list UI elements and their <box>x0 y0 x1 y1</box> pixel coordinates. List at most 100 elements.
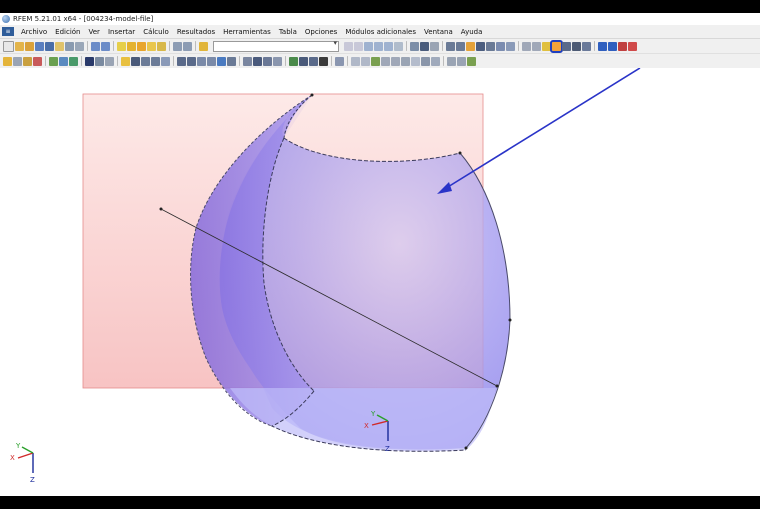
numbering-icon[interactable] <box>289 56 298 66</box>
connect-icon[interactable] <box>227 56 236 66</box>
snap-icon[interactable] <box>351 56 360 66</box>
save-icon[interactable] <box>45 41 54 51</box>
dimension-icon[interactable] <box>401 56 410 66</box>
perspective-icon[interactable] <box>309 56 318 66</box>
isolate-icon[interactable] <box>253 56 262 66</box>
hide-icon[interactable] <box>263 56 272 66</box>
background-icon[interactable] <box>457 56 466 66</box>
menu-ventana[interactable]: Ventana <box>420 28 457 36</box>
grid-snap-icon[interactable] <box>371 56 380 66</box>
node[interactable] <box>464 446 468 450</box>
support-icon[interactable] <box>49 56 58 66</box>
help-icon[interactable] <box>628 41 637 51</box>
divide-icon[interactable] <box>217 56 226 66</box>
grid-point-icon[interactable] <box>161 56 170 66</box>
surface-load-icon[interactable] <box>105 56 114 66</box>
menu-insertar[interactable]: Insertar <box>104 28 139 36</box>
node[interactable] <box>508 318 512 322</box>
shell-lower-band[interactable] <box>230 388 496 452</box>
show-results-icon[interactable] <box>364 41 373 51</box>
print-icon[interactable] <box>65 41 74 51</box>
mirror-icon[interactable] <box>197 56 206 66</box>
results-icon[interactable] <box>147 41 156 51</box>
visibility-icon[interactable] <box>562 41 571 51</box>
warning-icon[interactable] <box>542 41 551 51</box>
hinge-icon[interactable] <box>59 56 68 66</box>
pencil-icon[interactable] <box>117 41 126 51</box>
measure-icon[interactable] <box>506 41 515 51</box>
panel-icon[interactable] <box>183 41 192 51</box>
select-icon[interactable] <box>496 41 505 51</box>
system-menu-icon[interactable]: ≡ <box>2 27 14 36</box>
node-icon[interactable] <box>3 56 12 66</box>
solid-icon[interactable] <box>69 56 78 66</box>
menu-calculo[interactable]: Cálculo <box>139 28 173 36</box>
undo-icon[interactable] <box>91 41 100 51</box>
menu-modulos-adicionales[interactable]: Módulos adicionales <box>341 28 420 36</box>
load-case-select[interactable] <box>213 39 339 52</box>
database-icon[interactable] <box>35 41 44 51</box>
search-icon[interactable] <box>127 41 136 51</box>
grid-icon[interactable] <box>430 41 439 51</box>
tools-icon[interactable] <box>618 41 627 51</box>
line-icon[interactable] <box>13 56 22 66</box>
zoom-window-icon[interactable] <box>466 41 475 51</box>
menu-herramientas[interactable]: Herramientas <box>219 28 275 36</box>
printout-icon[interactable] <box>157 41 166 51</box>
material-icon[interactable] <box>131 56 140 66</box>
layers-icon[interactable] <box>447 56 456 66</box>
member-icon[interactable] <box>23 56 32 66</box>
member-load-icon[interactable] <box>95 56 104 66</box>
clipping-plane-icon[interactable] <box>421 56 430 66</box>
values-icon[interactable] <box>374 41 383 51</box>
pan-icon[interactable] <box>476 41 485 51</box>
previous-icon[interactable] <box>344 41 353 51</box>
view-icon[interactable] <box>410 41 419 51</box>
menu-ver[interactable]: Ver <box>85 28 104 36</box>
monitor-icon[interactable] <box>598 41 607 51</box>
mesh-icon[interactable] <box>151 56 160 66</box>
node[interactable] <box>310 93 314 97</box>
menu-opciones[interactable]: Opciones <box>301 28 341 36</box>
camera-icon[interactable] <box>572 41 581 51</box>
redo-icon[interactable] <box>101 41 110 51</box>
diagram-icon[interactable] <box>394 41 403 51</box>
display-icon[interactable] <box>299 56 308 66</box>
show-all-icon[interactable] <box>273 56 282 66</box>
calculate-icon[interactable] <box>137 41 146 51</box>
rotate-icon[interactable] <box>486 41 495 51</box>
check-icon[interactable] <box>467 56 476 66</box>
menu-ayuda[interactable]: Ayuda <box>457 28 487 36</box>
render-icon[interactable] <box>420 41 429 51</box>
node[interactable] <box>458 151 462 155</box>
copy-icon[interactable] <box>187 56 196 66</box>
menu-edicion[interactable]: Edición <box>51 28 84 36</box>
print-preview-icon[interactable] <box>75 41 84 51</box>
new-file-icon[interactable] <box>3 40 14 52</box>
thickness-icon[interactable] <box>141 56 150 66</box>
section-view-icon[interactable] <box>431 56 440 66</box>
table-icon[interactable] <box>173 41 182 51</box>
link-icon[interactable] <box>522 41 531 51</box>
menu-archivo[interactable]: Archivo <box>17 28 51 36</box>
iso-view-icon[interactable] <box>446 41 455 51</box>
load-case-icon[interactable] <box>199 41 208 51</box>
x-mark-icon[interactable] <box>550 39 563 53</box>
comment-icon[interactable] <box>411 56 420 66</box>
open-recent-icon[interactable] <box>25 41 34 51</box>
window-icon[interactable] <box>608 41 617 51</box>
menu-tabla[interactable]: Tabla <box>275 28 301 36</box>
deformation-icon[interactable] <box>384 41 393 51</box>
menu-resultados[interactable]: Resultados <box>173 28 219 36</box>
guide-icon[interactable] <box>391 56 400 66</box>
next-icon[interactable] <box>354 41 363 51</box>
model-viewport[interactable]: X Y Z X Y Z <box>0 68 760 496</box>
move-icon[interactable] <box>177 56 186 66</box>
visibility-filter-icon[interactable] <box>243 56 252 66</box>
properties-icon[interactable] <box>55 41 64 51</box>
export-icon[interactable] <box>582 41 591 51</box>
open-folder-icon[interactable] <box>15 41 24 51</box>
surface-icon[interactable] <box>33 56 42 66</box>
scale-icon[interactable] <box>207 56 216 66</box>
coordinate-system-icon[interactable] <box>319 56 328 66</box>
